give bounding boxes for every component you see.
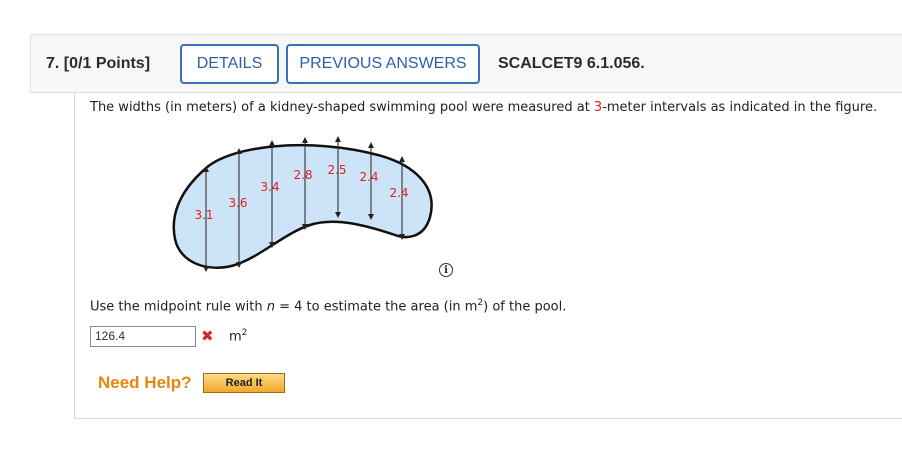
problem-code: SCALCET9 6.1.056. bbox=[498, 55, 645, 72]
read-it-button[interactable]: Read It bbox=[203, 373, 285, 393]
answer-unit: m2 bbox=[229, 328, 248, 345]
width-label: 3.4 bbox=[260, 180, 279, 194]
pool-outline bbox=[172, 143, 433, 269]
question-text: Use the midpoint rule with n = 4 to esti… bbox=[90, 298, 567, 315]
width-label: 3.6 bbox=[228, 196, 247, 210]
problem-statement: The widths (in meters) of a kidney-shape… bbox=[90, 100, 878, 115]
width-label: 2.5 bbox=[327, 163, 346, 177]
answer-input[interactable]: 126.4 bbox=[90, 326, 196, 347]
width-label: 2.4 bbox=[389, 186, 408, 200]
info-icon[interactable]: i bbox=[439, 263, 453, 277]
width-label: 3.1 bbox=[194, 208, 213, 222]
width-label: 2.8 bbox=[293, 168, 312, 182]
incorrect-x-icon: ✖ bbox=[201, 327, 214, 345]
width-label: 2.4 bbox=[359, 170, 378, 184]
details-button[interactable]: DETAILS bbox=[180, 44, 279, 84]
previous-answers-button[interactable]: PREVIOUS ANSWERS bbox=[286, 44, 480, 84]
need-help-label: Need Help? bbox=[98, 373, 192, 392]
question-number: 7. [0/1 Points] bbox=[46, 55, 151, 72]
points-label: [0/1 Points] bbox=[63, 55, 151, 72]
interval-value: 3 bbox=[593, 100, 603, 115]
pool-figure: 3.1 3.6 3.4 2.8 2.5 2.4 2.4 bbox=[172, 136, 433, 272]
